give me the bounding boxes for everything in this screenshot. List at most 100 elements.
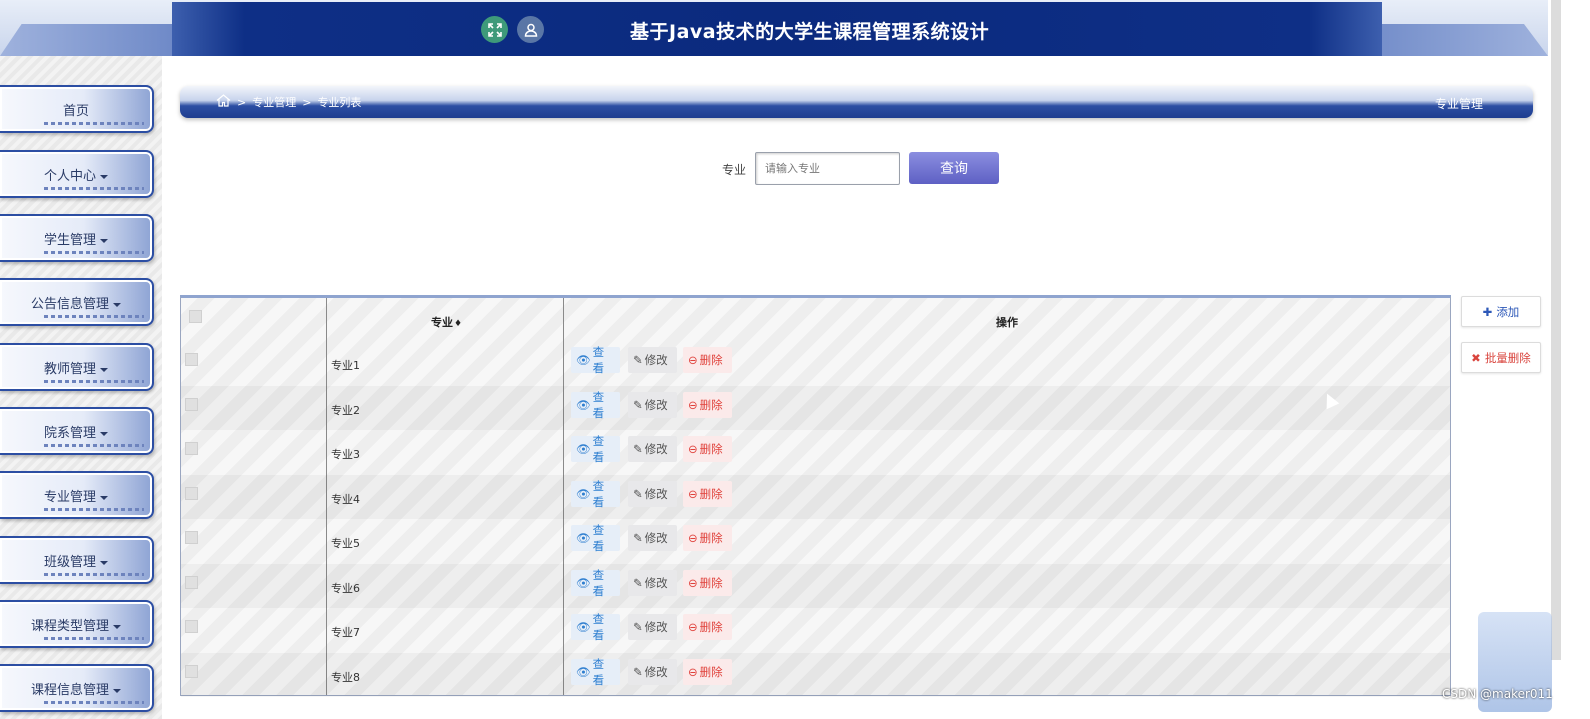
caret-down-icon — [100, 238, 108, 243]
major-name: 专业3 — [331, 448, 360, 461]
edit-button[interactable]: ✎ 修改 — [628, 525, 677, 551]
view-button[interactable]: 👁 查看 — [571, 612, 620, 642]
edit-button[interactable]: ✎ 修改 — [628, 569, 677, 596]
row-checkbox[interactable] — [185, 397, 198, 411]
pencil-icon: ✎ — [633, 531, 643, 545]
minus-circle-icon: ⊖ — [688, 486, 698, 501]
view-button[interactable]: 👁 查看 — [571, 479, 620, 509]
eye-icon: 👁 — [576, 353, 591, 367]
sidebar-item-students[interactable]: 学生管理 — [0, 214, 154, 262]
sidebar: 首页 个人中心 学生管理 公告信息管理 教师管理 院系管理 专业管理 班级管理 … — [0, 56, 162, 719]
delete-button[interactable]: ⊖ 删除 — [683, 658, 732, 685]
view-button[interactable]: 👁 查看 — [571, 657, 620, 687]
eye-icon: 👁 — [576, 664, 591, 679]
breadcrumb-separator: > — [237, 95, 247, 109]
section-title: 专业管理 — [1434, 97, 1483, 111]
delete-button[interactable]: ⊖ 删除 — [683, 525, 732, 551]
view-button[interactable]: 👁 查看 — [571, 390, 620, 420]
sidebar-item-notices[interactable]: 公告信息管理 — [0, 278, 154, 326]
edit-button[interactable]: ✎ 修改 — [628, 658, 677, 685]
edit-button[interactable]: ✎ 修改 — [628, 614, 677, 640]
add-button[interactable]: ✚ 添加 — [1461, 296, 1541, 327]
table-row: 专业6 👁 查看 ✎ 修改 ⊖ 删除 — [181, 564, 1450, 609]
sidebar-item-label: 教师管理 — [0, 358, 152, 377]
caret-down-icon — [113, 302, 121, 307]
table-row: 专业2 👁 查看 ✎ 修改 ⊖ 删除 — [181, 386, 1450, 431]
row-checkbox[interactable] — [185, 620, 198, 633]
major-name: 专业4 — [331, 492, 360, 506]
edit-button[interactable]: ✎ 修改 — [628, 480, 677, 507]
table-row: 专业7 👁 查看 ✎ 修改 ⊖ 删除 — [181, 608, 1450, 653]
edit-button[interactable]: ✎ 修改 — [628, 436, 677, 462]
edit-button[interactable]: ✎ 修改 — [628, 391, 677, 418]
bulk-delete-button[interactable]: ✖ 批量删除 — [1461, 342, 1541, 373]
table-row: 专业4 👁 查看 ✎ 修改 ⊖ 删除 — [181, 475, 1450, 520]
sidebar-item-teachers[interactable]: 教师管理 — [0, 343, 154, 391]
pencil-icon: ✎ — [633, 442, 643, 456]
sidebar-item-label: 院系管理 — [0, 422, 152, 441]
eye-icon: 👁 — [576, 442, 591, 456]
scrollbar[interactable] — [1551, 0, 1561, 660]
row-checkbox[interactable] — [185, 531, 198, 544]
minus-circle-icon: ⊖ — [688, 620, 698, 634]
minus-circle-icon: ⊖ — [688, 397, 698, 412]
row-checkbox[interactable] — [185, 664, 198, 678]
view-button[interactable]: 👁 查看 — [571, 523, 620, 553]
user-icon[interactable] — [517, 16, 544, 43]
table-row: 专业5 👁 查看 ✎ 修改 ⊖ 删除 — [181, 519, 1450, 564]
sidebar-item-course-info[interactable]: 课程信息管理 — [0, 664, 154, 712]
minus-circle-icon: ⊖ — [688, 442, 698, 456]
breadcrumb-item-majors[interactable]: 专业管理 — [252, 94, 296, 110]
eye-icon: 👁 — [576, 575, 591, 590]
fullscreen-icon[interactable] — [481, 16, 508, 43]
delete-button[interactable]: ⊖ 删除 — [683, 614, 732, 640]
pencil-icon: ✎ — [633, 575, 643, 590]
eye-icon: 👁 — [576, 620, 591, 634]
delete-button[interactable]: ⊖ 删除 — [683, 480, 732, 507]
sidebar-item-home[interactable]: 首页 — [0, 85, 154, 133]
row-checkbox[interactable] — [185, 575, 198, 589]
row-checkbox[interactable] — [185, 353, 198, 366]
sidebar-item-label: 课程类型管理 — [0, 615, 152, 634]
caret-down-icon — [100, 367, 108, 372]
delete-button[interactable]: ⊖ 删除 — [683, 436, 732, 462]
major-name: 专业5 — [331, 537, 360, 550]
edit-button[interactable]: ✎ 修改 — [628, 347, 677, 373]
breadcrumb-separator: > — [302, 95, 312, 109]
delete-button[interactable]: ⊖ 删除 — [683, 569, 732, 596]
sort-icon[interactable]: ♦ — [454, 319, 462, 329]
delete-button[interactable]: ⊖ 删除 — [683, 347, 732, 373]
watermark: CSDN @maker011 — [1442, 687, 1553, 701]
nav-decoration — [44, 251, 144, 254]
nav-decoration — [44, 508, 144, 511]
caret-down-icon — [100, 560, 108, 565]
sidebar-item-majors[interactable]: 专业管理 — [0, 471, 154, 519]
sidebar-item-label: 课程信息管理 — [0, 679, 152, 698]
row-checkbox[interactable] — [185, 486, 198, 500]
sidebar-item-course-types[interactable]: 课程类型管理 — [0, 600, 154, 648]
nav-decoration — [44, 187, 144, 190]
sidebar-item-classes[interactable]: 班级管理 — [0, 536, 154, 584]
row-checkbox[interactable] — [185, 442, 198, 455]
minus-circle-icon: ⊖ — [688, 531, 698, 545]
column-header-major[interactable]: 专业♦ — [431, 314, 462, 330]
nav-decoration — [44, 315, 144, 318]
select-all-checkbox[interactable] — [189, 310, 202, 323]
pencil-icon: ✎ — [633, 664, 643, 679]
major-name: 专业8 — [331, 670, 360, 684]
caret-down-icon — [113, 624, 121, 629]
eye-icon: 👁 — [576, 531, 591, 545]
sidebar-item-personal-center[interactable]: 个人中心 — [0, 150, 154, 198]
sidebar-item-label: 个人中心 — [0, 165, 152, 184]
view-button[interactable]: 👁 查看 — [571, 345, 620, 375]
view-button[interactable]: 👁 查看 — [571, 434, 620, 464]
delete-button[interactable]: ⊖ 删除 — [683, 391, 732, 418]
caret-down-icon — [100, 431, 108, 436]
search-button[interactable]: 查询 — [909, 152, 999, 184]
home-icon[interactable] — [216, 94, 231, 110]
caret-down-icon — [100, 495, 108, 500]
sidebar-item-departments[interactable]: 院系管理 — [0, 407, 154, 455]
search-input[interactable] — [755, 152, 900, 185]
view-button[interactable]: 👁 查看 — [571, 568, 620, 598]
major-name: 专业6 — [331, 581, 360, 595]
